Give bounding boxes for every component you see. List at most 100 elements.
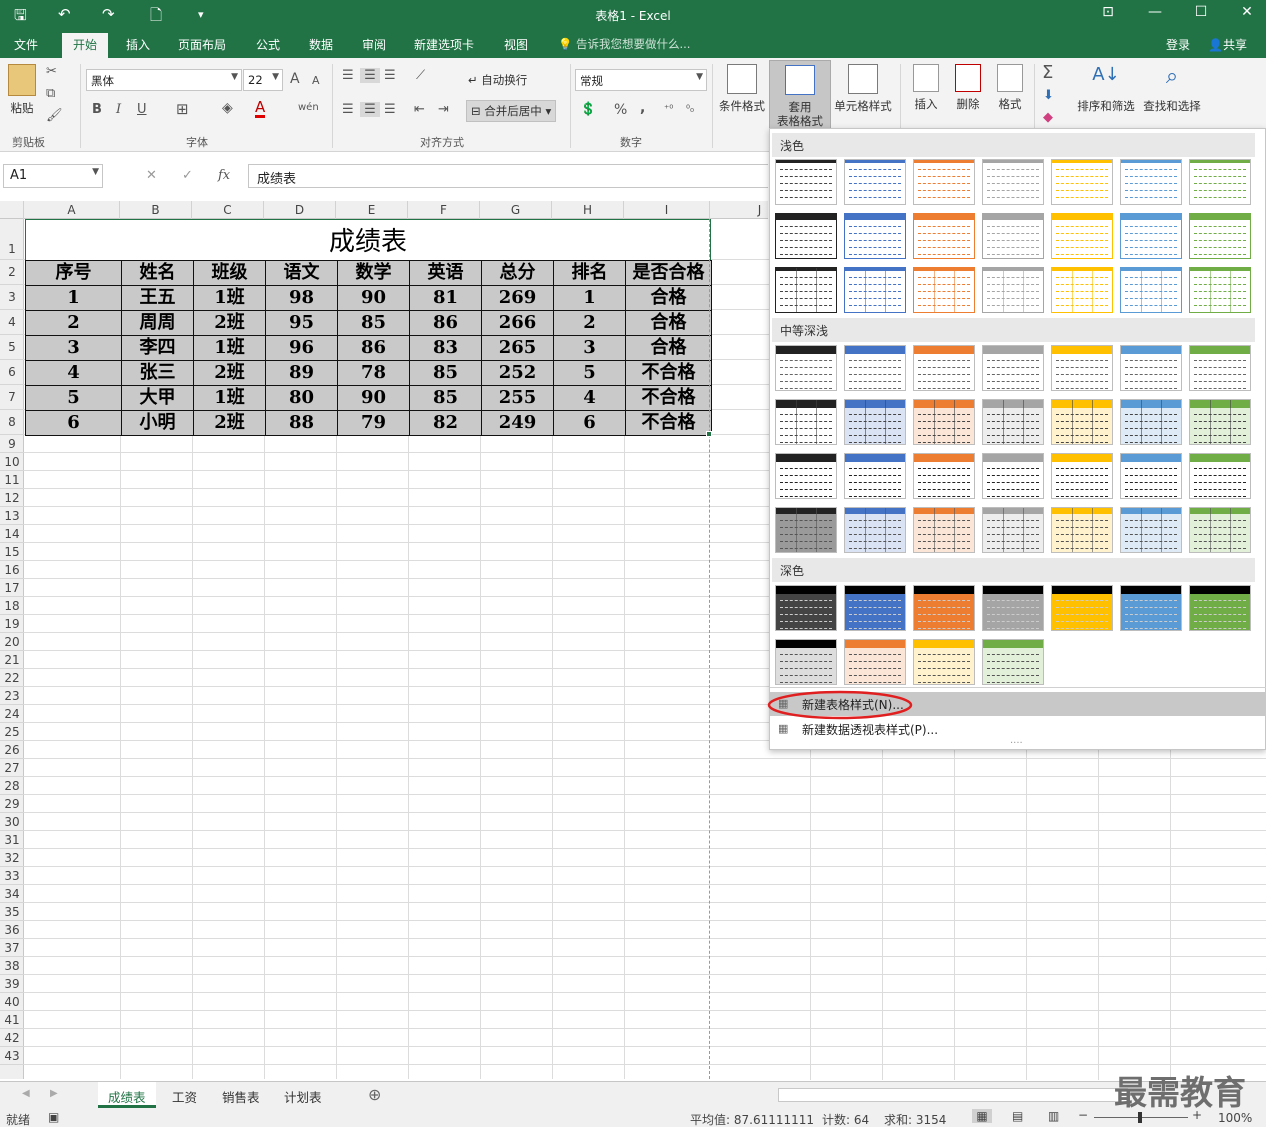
- table-style-swatch[interactable]: [982, 213, 1044, 259]
- page-break-view-icon[interactable]: ▥: [1048, 1109, 1059, 1123]
- row-header[interactable]: 15: [0, 543, 24, 561]
- row-header[interactable]: 8: [0, 410, 24, 435]
- row-header[interactable]: 42: [0, 1029, 24, 1047]
- row-header[interactable]: 27: [0, 759, 24, 777]
- page-layout-view-icon[interactable]: ▤: [1012, 1109, 1023, 1123]
- table-cell[interactable]: 1: [25, 285, 122, 311]
- row-header[interactable]: 41: [0, 1011, 24, 1029]
- table-style-swatch[interactable]: [1189, 453, 1251, 499]
- row-header[interactable]: 16: [0, 561, 24, 579]
- table-style-swatch[interactable]: [1120, 399, 1182, 445]
- row-header[interactable]: 12: [0, 489, 24, 507]
- table-cell[interactable]: 不合格: [625, 360, 712, 386]
- resize-grip[interactable]: ....: [1010, 735, 1023, 746]
- table-style-swatch[interactable]: [913, 213, 975, 259]
- table-cell[interactable]: 合格: [625, 335, 712, 361]
- row-header[interactable]: 28: [0, 777, 24, 795]
- tab-review[interactable]: 审阅: [362, 36, 386, 53]
- tab-page-layout[interactable]: 页面布局: [178, 36, 226, 53]
- row-header[interactable]: 25: [0, 723, 24, 741]
- table-style-swatch[interactable]: [982, 159, 1044, 205]
- merge-center-button[interactable]: ⊟ 合并后居中 ▾: [466, 100, 557, 122]
- table-cell[interactable]: 张三: [121, 360, 194, 386]
- row-header[interactable]: 31: [0, 831, 24, 849]
- cell-styles-button[interactable]: 单元格样式: [832, 64, 894, 114]
- font-name-combo[interactable]: 黑体 ▼: [86, 69, 242, 91]
- header-cell[interactable]: 英语: [409, 260, 482, 286]
- row-header[interactable]: 29: [0, 795, 24, 813]
- table-style-swatch[interactable]: [1051, 507, 1113, 553]
- wrap-text-button[interactable]: ↵ 自动换行: [468, 72, 527, 88]
- table-style-swatch[interactable]: [775, 159, 837, 205]
- column-header[interactable]: G: [480, 201, 552, 219]
- insert-cells-button[interactable]: 插入: [908, 64, 944, 112]
- decrease-indent-icon[interactable]: ⇤: [414, 102, 425, 117]
- column-header[interactable]: A: [24, 201, 120, 219]
- sort-filter-button[interactable]: A↓ 排序和筛选: [1074, 64, 1138, 114]
- table-cell[interactable]: 5: [25, 385, 122, 411]
- table-cell[interactable]: 3: [25, 335, 122, 361]
- table-cell[interactable]: 6: [25, 410, 122, 436]
- tab-view[interactable]: 视图: [504, 36, 528, 53]
- number-format-combo[interactable]: 常规 ▼: [575, 69, 707, 91]
- scroll-left-icon[interactable]: ◀: [22, 1088, 30, 1099]
- row-header[interactable]: 40: [0, 993, 24, 1011]
- table-cell[interactable]: 合格: [625, 285, 712, 311]
- table-cell[interactable]: 1班: [193, 385, 266, 411]
- table-cell[interactable]: 3: [553, 335, 626, 361]
- row-header[interactable]: 6: [0, 360, 24, 385]
- table-cell[interactable]: 81: [409, 285, 482, 311]
- row-header[interactable]: 7: [0, 385, 24, 410]
- tab-insert[interactable]: 插入: [126, 36, 150, 53]
- italic-button[interactable]: I: [116, 102, 121, 117]
- table-style-swatch[interactable]: [1120, 507, 1182, 553]
- table-style-swatch[interactable]: [1120, 213, 1182, 259]
- row-header[interactable]: 26: [0, 741, 24, 759]
- table-cell[interactable]: 86: [337, 335, 410, 361]
- table-style-swatch[interactable]: [913, 399, 975, 445]
- table-cell[interactable]: 82: [409, 410, 482, 436]
- borders-icon[interactable]: ⊞: [176, 100, 189, 118]
- table-title[interactable]: 成绩表: [25, 219, 711, 261]
- row-header[interactable]: 9: [0, 435, 24, 453]
- row-header[interactable]: 19: [0, 615, 24, 633]
- table-style-swatch[interactable]: [844, 159, 906, 205]
- row-header[interactable]: 22: [0, 669, 24, 687]
- table-style-swatch[interactable]: [1120, 453, 1182, 499]
- table-style-swatch[interactable]: [1051, 213, 1113, 259]
- table-style-swatch[interactable]: [982, 639, 1044, 685]
- macro-record-icon[interactable]: ▣: [48, 1110, 59, 1124]
- table-style-swatch[interactable]: [982, 585, 1044, 631]
- column-header[interactable]: D: [264, 201, 336, 219]
- table-cell[interactable]: 88: [265, 410, 338, 436]
- row-header[interactable]: 5: [0, 335, 24, 360]
- insert-function-icon[interactable]: fx: [218, 168, 230, 183]
- table-cell[interactable]: 78: [337, 360, 410, 386]
- table-style-swatch[interactable]: [913, 267, 975, 313]
- clear-icon[interactable]: ◆: [1043, 110, 1053, 125]
- table-style-swatch[interactable]: [913, 345, 975, 391]
- bold-button[interactable]: B: [92, 102, 102, 117]
- table-cell[interactable]: 大甲: [121, 385, 194, 411]
- table-style-swatch[interactable]: [844, 639, 906, 685]
- autosum-icon[interactable]: Σ: [1042, 62, 1053, 83]
- align-middle-icon[interactable]: ☰: [360, 68, 380, 83]
- table-style-swatch[interactable]: [1189, 507, 1251, 553]
- fill-icon[interactable]: ⬇: [1043, 88, 1054, 103]
- table-style-swatch[interactable]: [1189, 345, 1251, 391]
- comma-button[interactable]: ,: [640, 100, 645, 116]
- maximize-icon[interactable]: ☐: [1186, 4, 1216, 20]
- fill-handle[interactable]: [706, 431, 712, 437]
- table-cell[interactable]: 小明: [121, 410, 194, 436]
- table-style-swatch[interactable]: [1189, 585, 1251, 631]
- sheet-tab[interactable]: 计划表: [274, 1082, 332, 1108]
- table-cell[interactable]: 合格: [625, 310, 712, 336]
- find-select-button[interactable]: ⌕ 查找和选择: [1140, 64, 1204, 114]
- row-header[interactable]: 30: [0, 813, 24, 831]
- row-header[interactable]: 20: [0, 633, 24, 651]
- table-cell[interactable]: 2班: [193, 410, 266, 436]
- row-header[interactable]: 24: [0, 705, 24, 723]
- row-header[interactable]: 38: [0, 957, 24, 975]
- table-cell[interactable]: 1: [553, 285, 626, 311]
- table-style-swatch[interactable]: [913, 159, 975, 205]
